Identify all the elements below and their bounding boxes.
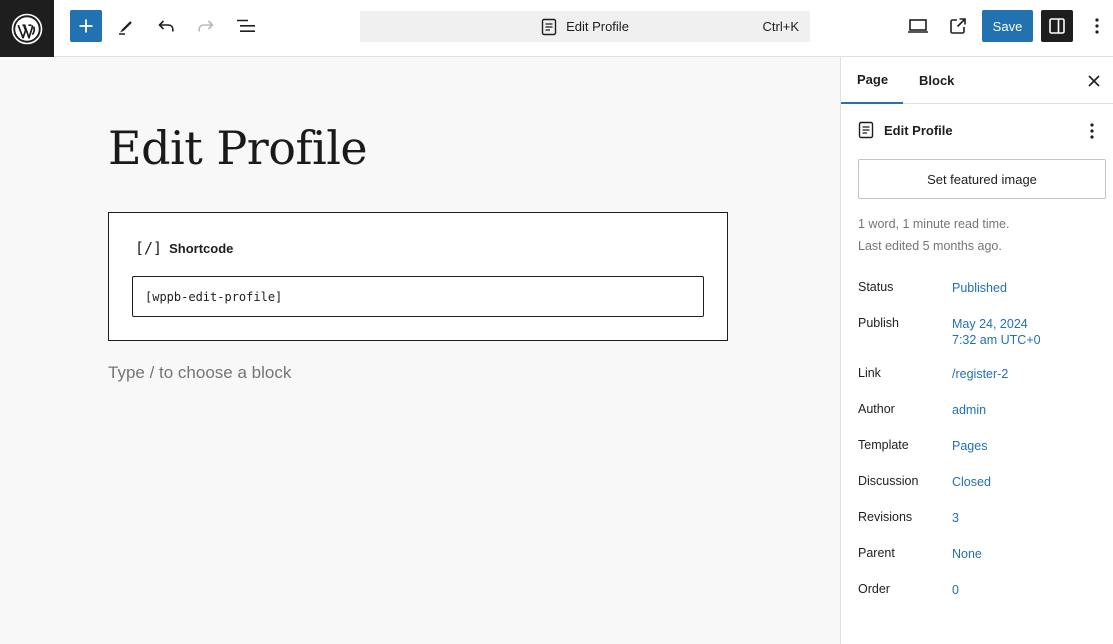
- author-link[interactable]: admin: [952, 402, 986, 418]
- external-link-icon: [950, 18, 966, 34]
- property-label: Author: [858, 402, 895, 416]
- document-title: Edit Profile: [884, 122, 953, 138]
- more-vertical-icon: [1095, 18, 1099, 34]
- sidebar-tabs: Page Block: [841, 57, 1113, 104]
- tab-block[interactable]: Block: [903, 57, 970, 104]
- set-featured-image-button[interactable]: Set featured image: [858, 159, 1106, 199]
- wordpress-logo-button[interactable]: [0, 0, 54, 57]
- wordpress-logo-icon: [11, 13, 43, 44]
- property-label: Publish: [858, 316, 899, 330]
- close-icon: [1088, 75, 1100, 87]
- document-actions-button[interactable]: [1084, 121, 1100, 141]
- settings-sidebar: Page Block Edit Profile Set featured ima…: [840, 57, 1113, 644]
- list-view-icon: [237, 19, 255, 32]
- shortcode-input[interactable]: [wppb-edit-profile]: [132, 276, 704, 317]
- shortcode-icon: [/]: [135, 239, 163, 257]
- redo-button[interactable]: [190, 10, 222, 42]
- close-sidebar-button[interactable]: [1082, 69, 1106, 93]
- more-vertical-icon: [1090, 123, 1094, 139]
- publish-time: 7:32 am UTC+0: [952, 333, 1041, 347]
- property-label: Template: [858, 438, 909, 452]
- publish-date: May 24, 2024: [952, 317, 1028, 331]
- permalink-link[interactable]: /register-2: [952, 366, 1008, 382]
- tab-page[interactable]: Page: [841, 57, 903, 104]
- editor-header: Edit Profile Ctrl+K Save: [0, 0, 1113, 57]
- page-icon: [541, 18, 557, 35]
- template-link[interactable]: Pages: [952, 438, 987, 454]
- sidebar-icon: [1049, 18, 1065, 34]
- view-page-button[interactable]: [942, 10, 974, 42]
- desktop-preview-icon: [908, 19, 928, 33]
- add-block-button[interactable]: [70, 10, 102, 42]
- property-label: Status: [858, 280, 894, 294]
- property-label: Link: [858, 366, 881, 380]
- property-label: Order: [858, 582, 890, 596]
- tools-button[interactable]: [110, 10, 142, 42]
- page-icon: [858, 121, 874, 139]
- preview-button[interactable]: [902, 10, 934, 42]
- redo-icon: [198, 20, 214, 32]
- undo-button[interactable]: [150, 10, 182, 42]
- document-summary: Edit Profile: [858, 121, 953, 139]
- discussion-link[interactable]: Closed: [952, 474, 991, 490]
- save-button[interactable]: Save: [982, 10, 1033, 42]
- shortcode-block-label: Shortcode: [169, 240, 234, 256]
- undo-icon: [158, 20, 174, 32]
- status-link[interactable]: Published: [952, 280, 1007, 296]
- word-count-text: 1 word, 1 minute read time.: [858, 217, 1010, 231]
- list-view-button[interactable]: [230, 10, 262, 42]
- last-edited-text: Last edited 5 months ago.: [858, 239, 1002, 253]
- publish-date-link[interactable]: May 24, 2024 7:32 am UTC+0: [952, 316, 1041, 348]
- revisions-link[interactable]: 3: [952, 510, 959, 526]
- options-menu-button[interactable]: [1081, 10, 1113, 42]
- parent-link[interactable]: None: [952, 546, 982, 562]
- shortcode-block-header: [/] Shortcode: [135, 239, 233, 257]
- keyboard-shortcut-hint: Ctrl+K: [762, 19, 799, 34]
- editor-canvas[interactable]: Edit Profile [/] Shortcode [wppb-edit-pr…: [0, 57, 840, 644]
- property-label: Discussion: [858, 474, 919, 488]
- block-appender-placeholder[interactable]: Type / to choose a block: [108, 363, 291, 383]
- document-title-text: Edit Profile: [566, 19, 629, 34]
- order-link[interactable]: 0: [952, 582, 959, 598]
- pen-icon: [119, 21, 132, 35]
- property-label: Revisions: [858, 510, 913, 524]
- property-label: Parent: [858, 546, 895, 560]
- plus-icon: [79, 19, 93, 33]
- command-palette-bar[interactable]: Edit Profile Ctrl+K: [360, 11, 810, 42]
- settings-sidebar-toggle[interactable]: [1041, 10, 1073, 42]
- shortcode-block[interactable]: [/] Shortcode [wppb-edit-profile]: [108, 212, 728, 341]
- page-title[interactable]: Edit Profile: [108, 121, 368, 175]
- command-palette-title: Edit Profile: [360, 11, 810, 42]
